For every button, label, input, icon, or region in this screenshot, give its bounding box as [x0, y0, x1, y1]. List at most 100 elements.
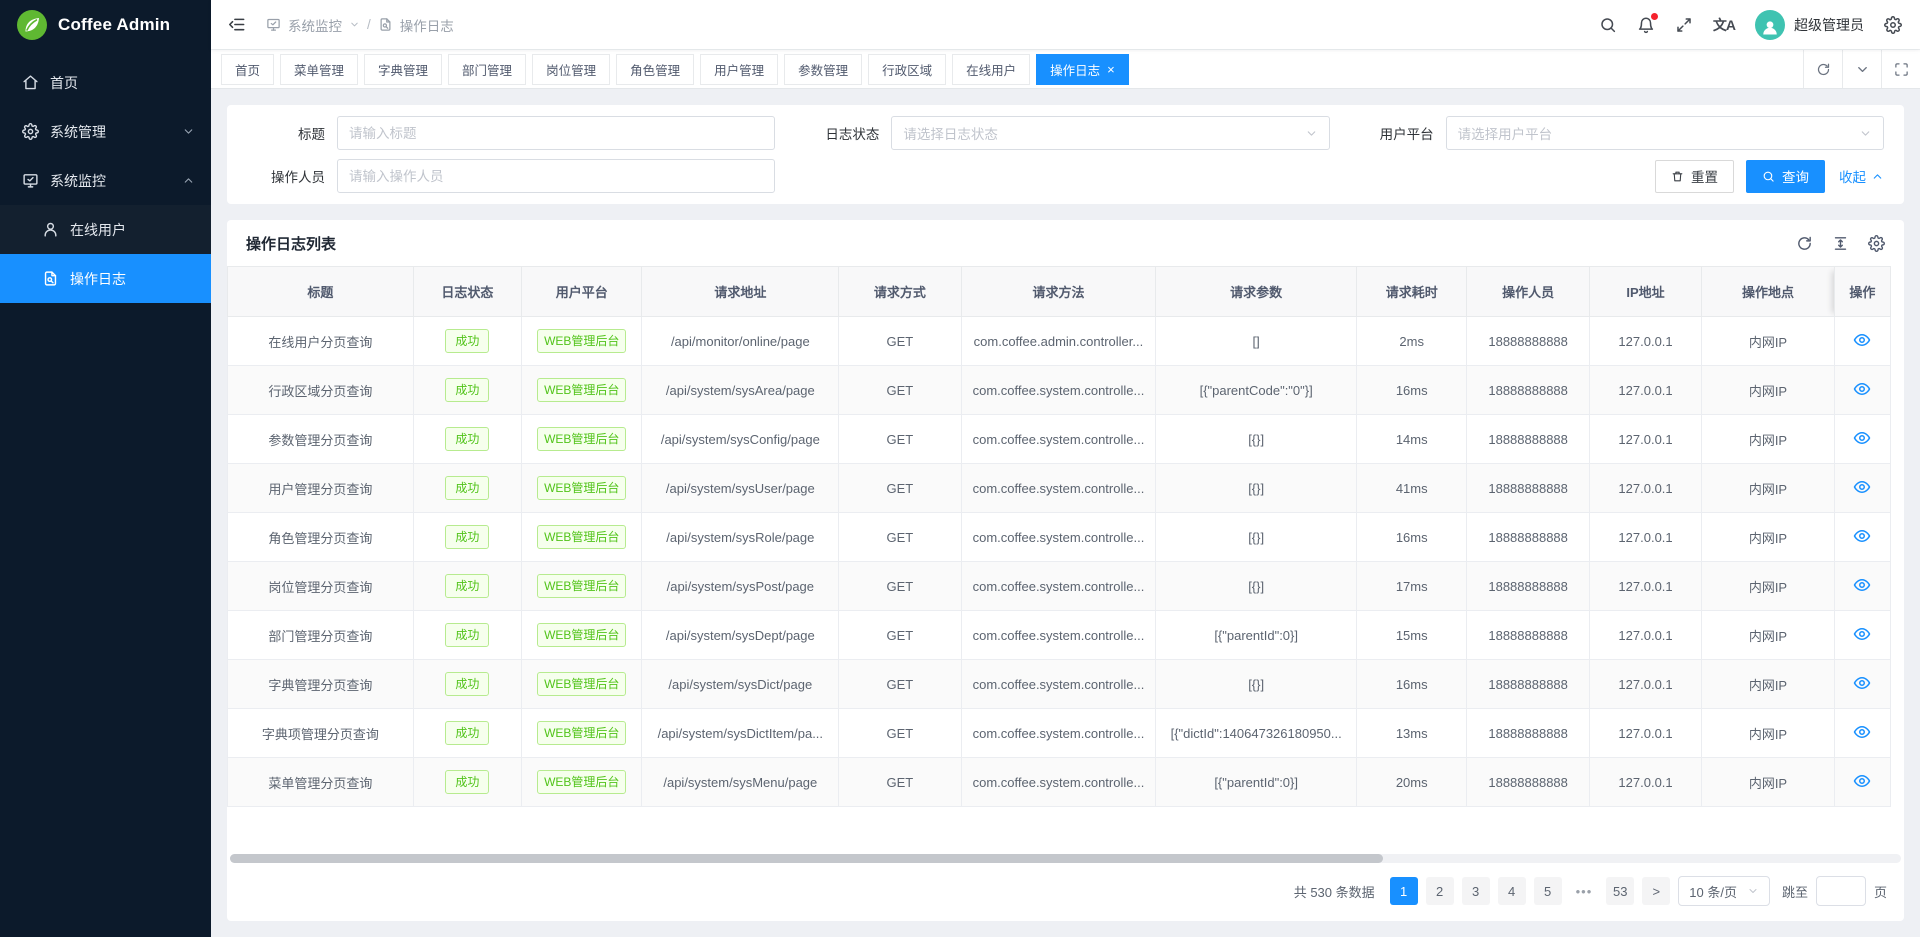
- table-cell: 在线用户分页查询: [228, 317, 414, 366]
- user-menu[interactable]: 超级管理员: [1755, 10, 1864, 40]
- table-cell: 18888888888: [1467, 317, 1589, 366]
- title-label: 标题: [247, 123, 325, 143]
- table-cell: [{"parentId":0}]: [1156, 758, 1357, 807]
- translate-icon[interactable]: 文A: [1713, 15, 1735, 35]
- query-button[interactable]: 查询: [1746, 160, 1825, 193]
- platform-badge: WEB管理后台: [537, 770, 626, 794]
- close-icon[interactable]: ×: [1107, 63, 1115, 76]
- refresh-icon[interactable]: [1803, 50, 1842, 88]
- view-detail-eye-icon[interactable]: [1853, 723, 1871, 741]
- page-button[interactable]: 53: [1606, 877, 1634, 905]
- fullscreen-icon[interactable]: [1675, 16, 1693, 34]
- tabs: 首页菜单管理字典管理部门管理岗位管理角色管理用户管理参数管理行政区域在线用户操作…: [211, 50, 1803, 88]
- sidebar-item-system-management[interactable]: 系统管理: [0, 107, 211, 156]
- column-header: 操作人员: [1467, 267, 1589, 317]
- tab-3[interactable]: 部门管理: [448, 54, 526, 85]
- column-header: 请求方法: [961, 267, 1156, 317]
- scrollbar-thumb[interactable]: [230, 854, 1383, 863]
- row-height-icon[interactable]: [1832, 235, 1849, 252]
- notification-bell-icon[interactable]: [1637, 16, 1655, 34]
- sidebar-item-operation-log[interactable]: 操作日志: [0, 254, 211, 303]
- reset-button[interactable]: 重置: [1655, 160, 1734, 193]
- tab-2[interactable]: 字典管理: [364, 54, 442, 85]
- table-cell: [{"dictId":140647326180950...: [1156, 709, 1357, 758]
- table-cell: [{}]: [1156, 513, 1357, 562]
- table-row: 用户管理分页查询成功WEB管理后台/api/system/sysUser/pag…: [228, 464, 1891, 513]
- page-button[interactable]: 3: [1462, 877, 1490, 905]
- column-settings-gear-icon[interactable]: [1868, 235, 1885, 252]
- column-header: 请求地址: [642, 267, 839, 317]
- monitor-icon: [22, 172, 39, 189]
- column-header: 日志状态: [413, 267, 521, 317]
- log-status-select[interactable]: 请选择日志状态: [891, 116, 1329, 150]
- horizontal-scrollbar: [230, 854, 1901, 863]
- tab-options-chevron-icon[interactable]: [1842, 50, 1881, 88]
- breadcrumb-current: 操作日志: [400, 15, 454, 35]
- home-icon: [22, 74, 39, 91]
- table-cell: 127.0.0.1: [1589, 464, 1701, 513]
- sidebar-menu: 首页系统管理系统监控: [0, 58, 211, 205]
- tab-8[interactable]: 行政区域: [868, 54, 946, 85]
- view-detail-eye-icon[interactable]: [1853, 478, 1871, 496]
- table-cell: 127.0.0.1: [1589, 415, 1701, 464]
- tab-1[interactable]: 菜单管理: [280, 54, 358, 85]
- page-button[interactable]: 4: [1498, 877, 1526, 905]
- tab-6[interactable]: 用户管理: [700, 54, 778, 85]
- table-cell: 127.0.0.1: [1589, 513, 1701, 562]
- view-detail-eye-icon[interactable]: [1853, 772, 1871, 790]
- table-cell: com.coffee.system.controlle...: [961, 709, 1156, 758]
- page-button[interactable]: 2: [1426, 877, 1454, 905]
- title-input[interactable]: [349, 126, 763, 141]
- table-cell: 内网IP: [1702, 415, 1834, 464]
- maximize-icon[interactable]: [1881, 50, 1920, 88]
- table-cell: 18888888888: [1467, 709, 1589, 758]
- operator-input[interactable]: [349, 169, 763, 184]
- breadcrumb-parent[interactable]: 系统监控: [288, 15, 342, 35]
- page-size-select[interactable]: 10 条/页: [1678, 876, 1770, 906]
- view-detail-eye-icon[interactable]: [1853, 576, 1871, 594]
- tab-10[interactable]: 操作日志×: [1036, 54, 1129, 85]
- app-title: Coffee Admin: [58, 15, 170, 35]
- user-platform-select[interactable]: 请选择用户平台: [1446, 116, 1884, 150]
- view-detail-eye-icon[interactable]: [1853, 380, 1871, 398]
- table-cell: [{}]: [1156, 464, 1357, 513]
- operator-field: 操作人员: [247, 159, 775, 193]
- page-buttons: 12345•••53: [1390, 877, 1635, 905]
- next-page-button[interactable]: >: [1642, 877, 1670, 905]
- table-cell: 部门管理分页查询: [228, 611, 414, 660]
- jump-page-input[interactable]: [1816, 876, 1866, 906]
- search-icon[interactable]: [1599, 16, 1617, 34]
- view-detail-eye-icon[interactable]: [1853, 429, 1871, 447]
- pagination-total: 共 530 条数据: [1294, 882, 1375, 901]
- refresh-icon[interactable]: [1796, 235, 1813, 252]
- table-cell: 内网IP: [1702, 464, 1834, 513]
- view-detail-eye-icon[interactable]: [1853, 331, 1871, 349]
- status-badge: 成功: [445, 329, 489, 353]
- view-detail-eye-icon[interactable]: [1853, 527, 1871, 545]
- status-badge: 成功: [445, 378, 489, 402]
- page-button[interactable]: 1: [1390, 877, 1418, 905]
- tab-7[interactable]: 参数管理: [784, 54, 862, 85]
- tab-4[interactable]: 岗位管理: [532, 54, 610, 85]
- sidebar-item-home[interactable]: 首页: [0, 58, 211, 107]
- menu-fold-icon[interactable]: [227, 15, 246, 34]
- sidebar-item-online-users[interactable]: 在线用户: [0, 205, 211, 254]
- collapse-link[interactable]: 收起: [1839, 166, 1884, 186]
- table-cell: GET: [839, 709, 961, 758]
- topbar: 系统监控 / 操作日志 文A 超级管理员: [211, 0, 1920, 49]
- sidebar-item-system-monitor[interactable]: 系统监控: [0, 156, 211, 205]
- chevron-down-icon: [182, 125, 195, 138]
- page-button[interactable]: 5: [1534, 877, 1562, 905]
- table-cell: 18888888888: [1467, 415, 1589, 464]
- table-cell: 127.0.0.1: [1589, 562, 1701, 611]
- table-title: 操作日志列表: [246, 233, 336, 254]
- view-detail-eye-icon[interactable]: [1853, 674, 1871, 692]
- tab-5[interactable]: 角色管理: [616, 54, 694, 85]
- settings-gear-icon[interactable]: [1884, 16, 1902, 34]
- table-cell: /api/system/sysRole/page: [642, 513, 839, 562]
- tab-0[interactable]: 首页: [221, 54, 274, 85]
- status-badge: 成功: [445, 721, 489, 745]
- table-cell: 16ms: [1357, 660, 1467, 709]
- tab-9[interactable]: 在线用户: [952, 54, 1030, 85]
- view-detail-eye-icon[interactable]: [1853, 625, 1871, 643]
